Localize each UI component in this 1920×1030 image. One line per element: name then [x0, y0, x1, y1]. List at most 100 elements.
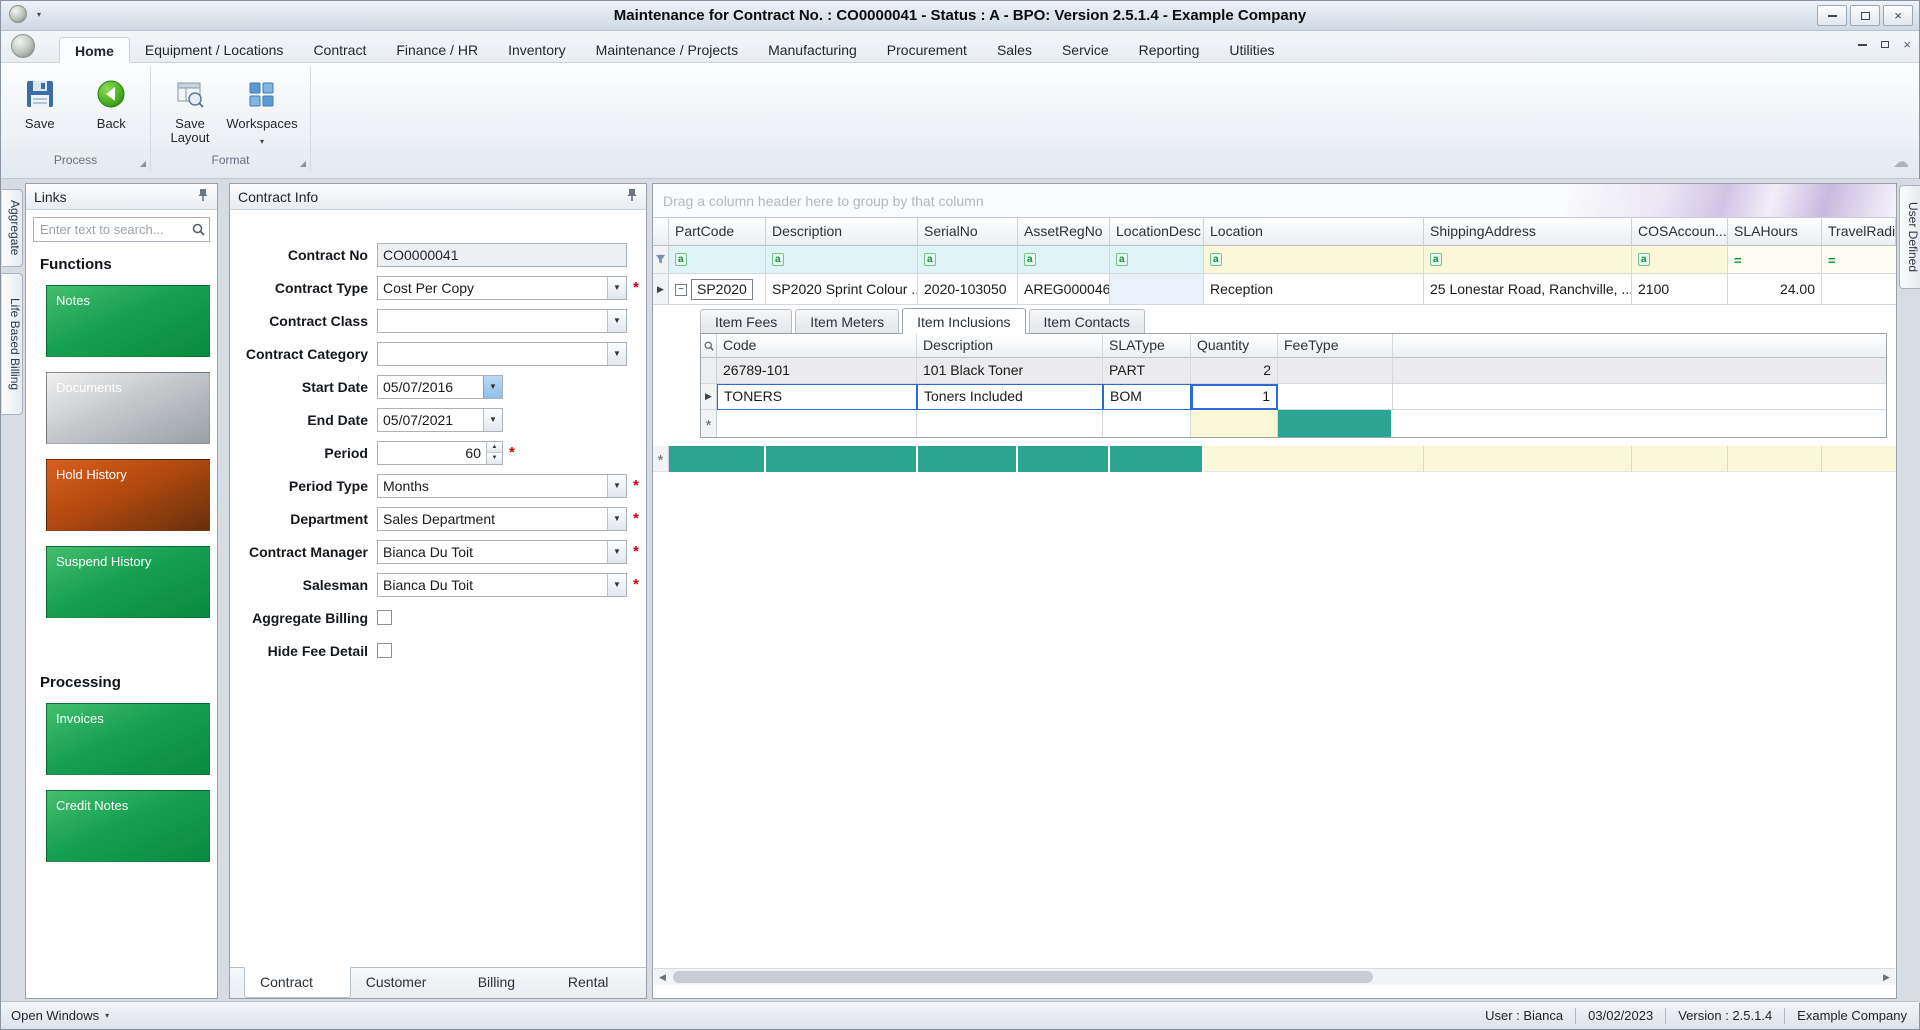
filter-cell-partcode[interactable] [669, 246, 766, 274]
tab-billing-info[interactable]: Billing Info [463, 968, 553, 1019]
scrollbar-thumb[interactable] [673, 971, 1373, 983]
end-date-picker[interactable]: 05/07/2021 ▼ [377, 407, 503, 432]
ribbon-tab-contract[interactable]: Contract [298, 37, 381, 63]
filter-condition-icon[interactable] [1430, 253, 1442, 266]
workspaces-dropdown-icon[interactable]: ▾ [260, 137, 264, 146]
child-restore-button[interactable] [1881, 38, 1890, 51]
equals-condition-icon[interactable] [1734, 252, 1742, 268]
link-suspend-history-button[interactable]: Suspend History [46, 546, 210, 618]
ribbon-tab-inventory[interactable]: Inventory [493, 37, 581, 63]
ribbon-tab-manufacturing[interactable]: Manufacturing [753, 37, 872, 63]
chevron-down-icon[interactable]: ▼ [607, 540, 626, 563]
ribbon-tab-home[interactable]: Home [59, 37, 130, 63]
filter-condition-icon[interactable] [772, 253, 784, 266]
new-cell-travelradius[interactable] [1822, 446, 1896, 472]
new-cell-quantity[interactable] [1191, 410, 1278, 437]
open-windows-button[interactable]: Open Windows [11, 1008, 99, 1023]
column-header-locationdesc[interactable]: LocationDesc [1110, 218, 1204, 246]
link-credit-notes-button[interactable]: Credit Notes [46, 790, 210, 862]
workspaces-button[interactable]: Workspaces ▾ [226, 71, 298, 146]
column-header-serialno[interactable]: SerialNo [918, 218, 1018, 246]
save-layout-button[interactable]: Save Layout [157, 71, 223, 146]
format-dialog-launcher-icon[interactable]: ◢ [300, 159, 306, 168]
save-button[interactable]: Save [7, 71, 73, 131]
detail-new-row[interactable] [701, 410, 1886, 437]
link-invoices-button[interactable]: Invoices [46, 703, 210, 775]
filter-cell-slahours[interactable] [1728, 246, 1822, 274]
hide-fee-detail-checkbox[interactable] [377, 643, 392, 658]
filter-condition-icon[interactable] [1024, 253, 1036, 266]
contract-category-dropdown[interactable]: ▼ [377, 341, 627, 366]
new-cell-feetype[interactable] [1278, 410, 1393, 437]
cell-feetype[interactable] [1278, 358, 1393, 384]
cell-quantity[interactable]: 2 [1191, 358, 1278, 384]
column-header-code[interactable]: Code [717, 334, 917, 358]
chevron-down-icon[interactable]: ▼ [607, 309, 626, 332]
cell-code[interactable]: 26789-101 [717, 358, 917, 384]
spin-down-icon[interactable]: ▼ [487, 452, 502, 464]
quick-access-dropdown-icon[interactable]: ▾ [37, 10, 41, 19]
group-by-bar[interactable]: Drag a column header here to group by th… [653, 184, 1896, 218]
contract-no-field[interactable] [377, 242, 627, 267]
dock-tab-aggregate[interactable]: Aggregate [2, 189, 23, 267]
filter-condition-icon[interactable] [1116, 253, 1128, 266]
equipment-row-sp2020[interactable]: −SP2020 SP2020 Sprint Colour ... 2020-10… [653, 274, 1896, 305]
pin-icon[interactable] [197, 188, 209, 205]
contract-manager-dropdown[interactable]: Bianca Du Toit ▼ [377, 539, 627, 564]
cell-slahours[interactable]: 24.00 [1728, 274, 1822, 305]
cell-quantity-editing[interactable]: 1 [1191, 384, 1278, 410]
cell-shippingaddress[interactable]: 25 Lonestar Road, Ranchville, ... [1424, 274, 1632, 305]
chevron-down-icon[interactable]: ▼ [607, 474, 626, 497]
chevron-down-icon[interactable]: ▼ [607, 507, 626, 530]
link-documents-button[interactable]: Documents [46, 372, 210, 444]
ribbon-tab-procurement[interactable]: Procurement [872, 37, 982, 63]
ribbon-tab-reporting[interactable]: Reporting [1124, 37, 1215, 63]
new-cell-locationdesc[interactable] [1110, 446, 1204, 472]
link-hold-history-button[interactable]: Hold History [46, 459, 210, 531]
chevron-down-icon[interactable]: ▼ [607, 342, 626, 365]
tab-contract-info[interactable]: Contract Info [244, 967, 351, 1019]
scroll-left-icon[interactable]: ◀ [654, 969, 671, 985]
cell-feetype[interactable] [1278, 384, 1393, 410]
column-header-location[interactable]: Location [1204, 218, 1424, 246]
filter-cell-assetregno[interactable] [1018, 246, 1110, 274]
dock-tab-user-defined[interactable]: User Defined [1899, 185, 1920, 289]
tab-rental-info[interactable]: Rental Info [553, 968, 646, 1019]
filter-condition-icon[interactable] [924, 253, 936, 266]
column-header-partcode[interactable]: PartCode [669, 218, 766, 246]
child-close-button[interactable]: × [1903, 38, 1911, 51]
contract-type-dropdown[interactable]: Cost Per Copy ▼ [377, 275, 627, 300]
quick-access-toolbar[interactable]: ▾ [9, 5, 41, 23]
period-type-dropdown[interactable]: Months ▼ [377, 473, 627, 498]
filter-cell-shippingaddress[interactable] [1424, 246, 1632, 274]
collapse-detail-icon[interactable]: − [675, 284, 687, 297]
filter-cell-locationdesc[interactable] [1110, 246, 1204, 274]
cell-slatype[interactable]: BOM [1103, 384, 1191, 410]
column-header-feetype[interactable]: FeeType [1278, 334, 1393, 358]
ribbon-tab-service[interactable]: Service [1047, 37, 1124, 63]
search-icon[interactable] [187, 223, 209, 236]
scroll-right-icon[interactable]: ▶ [1878, 969, 1895, 985]
new-cell-serialno[interactable] [918, 446, 1018, 472]
ribbon-tab-maintenance-projects[interactable]: Maintenance / Projects [581, 37, 753, 63]
process-dialog-launcher-icon[interactable]: ◢ [140, 159, 146, 168]
cell-travelradius[interactable] [1822, 274, 1896, 305]
equals-condition-icon[interactable] [1828, 252, 1836, 268]
ribbon-tab-utilities[interactable]: Utilities [1214, 37, 1289, 63]
pin-icon[interactable] [626, 188, 638, 205]
spin-up-icon[interactable]: ▲ [487, 441, 502, 452]
grid-new-row[interactable] [653, 446, 1896, 472]
ribbon-tab-sales[interactable]: Sales [982, 37, 1047, 63]
cell-serialno[interactable]: 2020-103050 [918, 274, 1018, 305]
filter-cell-description[interactable] [766, 246, 918, 274]
start-date-picker[interactable]: 05/07/2016 ▼ [377, 374, 503, 399]
ribbon-tab-equipment-locations[interactable]: Equipment / Locations [130, 37, 299, 63]
contract-class-dropdown[interactable]: ▼ [377, 308, 627, 333]
column-header-shippingaddress[interactable]: ShippingAddress [1424, 218, 1632, 246]
cell-slatype[interactable]: PART [1103, 358, 1191, 384]
tab-customer-info[interactable]: Customer Info [351, 968, 463, 1019]
dock-tab-life-based-billing[interactable]: Life Based Billing [2, 273, 23, 415]
period-spinner[interactable]: 60 ▲ ▼ [377, 440, 503, 465]
new-cell-location[interactable] [1204, 446, 1424, 472]
new-cell-description[interactable] [766, 446, 918, 472]
